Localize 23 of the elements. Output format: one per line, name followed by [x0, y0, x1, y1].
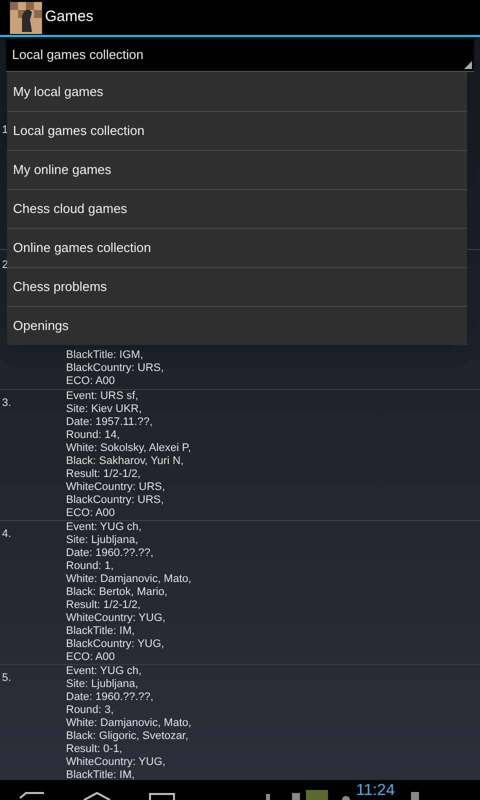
game-number: 5. — [2, 672, 12, 684]
game-number: 4. — [2, 528, 12, 540]
home-icon[interactable] — [82, 792, 112, 800]
game-details: BlackTitle: IGM, BlackCountry: URS, ECO: A00 — [66, 349, 164, 389]
dropdown-item[interactable]: Online games collection — [7, 228, 467, 267]
clock: 11:24 — [356, 782, 395, 800]
dropdown-item[interactable]: My local games — [7, 72, 467, 111]
game-number: 3. — [2, 397, 12, 409]
game-details: Event: YUG ch, Site: Ljubljana, Date: 1960.??.??, Round: 1, White: Damjanovic, Mato, Black: Bertok, Mario, Result: 1/2-1/2, WhiteCountry: YUG, BlackTitle: IM, BlackCountry: YUG, ECO: A00 — [66, 521, 192, 664]
battery-icon — [410, 790, 419, 800]
chess-figure-icon — [10, 2, 42, 34]
collection-spinner[interactable]: Local games collection — [6, 39, 474, 72]
recent-apps-icon[interactable] — [148, 792, 176, 800]
dropdown-item[interactable]: Local games collection — [7, 111, 467, 150]
game-details: Event: YUG ch, Site: Ljubljana, Date: 1960.??.??, Round: 3, White: Damjanovic, Mato, Black: Gligoric, Svetozar, Result: 0-1, WhiteCountry: YUG, BlackTitle: IM, — [66, 665, 192, 782]
dropdown-item[interactable]: Chess cloud games — [7, 189, 467, 228]
dropdown-item[interactable]: Chess problems — [7, 267, 467, 306]
back-icon[interactable] — [18, 792, 46, 800]
window-title: Games — [45, 7, 94, 28]
dropdown-item[interactable]: Openings — [7, 306, 467, 345]
dropdown-corner-icon — [464, 61, 472, 69]
dropdown-item[interactable]: My online games — [7, 150, 467, 189]
game-details: Event: URS sf, Site: Kiev UKR, Date: 1957.11.??, Round: 14, White: Sokolsky, Alexei P, Black: Sakharov, Yuri N, Result: 1/2-1/2, WhiteCountry: URS, BlackCountry: URS, ECO: A00 — [66, 390, 191, 520]
